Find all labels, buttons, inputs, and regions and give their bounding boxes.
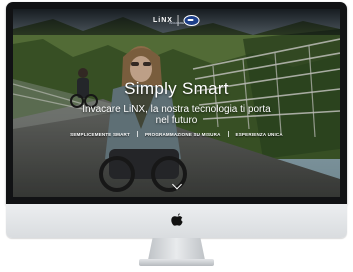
- nav-divider: [227, 131, 229, 137]
- nav-item-semplicemente-smart[interactable]: SEMPLICEMENTE SMART: [70, 132, 130, 137]
- hero-title: Simply Smart: [124, 79, 229, 98]
- monitor-stand: [148, 238, 205, 260]
- nav-item-esperienza-unica[interactable]: ESPERIENZA UNICA: [236, 132, 283, 137]
- site-header: LiNX INVACARE: [13, 9, 340, 35]
- section-nav: SEMPLICEMENTE SMART PROGRAMMAZIONE SU MI…: [13, 131, 340, 137]
- nav-divider: [136, 131, 138, 137]
- invacare-badge-label: INVACARE: [169, 21, 185, 25]
- header-logo[interactable]: LiNX INVACARE: [153, 15, 200, 26]
- nav-item-programmazione[interactable]: PROGRAMMAZIONE SU MISURA: [145, 132, 221, 137]
- hero-section: Simply Smart Invacare LiNX, la nostra te…: [13, 79, 340, 126]
- apple-logo: [170, 213, 183, 226]
- monitor-chin: [6, 204, 347, 238]
- hero-subtitle: Invacare LiNX, la nostra tecnologia ti p…: [82, 104, 271, 126]
- invacare-badge-icon: [183, 15, 200, 26]
- imac-monitor: LiNX INVACARE Simply Smart Invacare LiNX…: [6, 2, 347, 238]
- monitor-stand-base: [139, 259, 214, 266]
- screen: LiNX INVACARE Simply Smart Invacare LiNX…: [13, 9, 340, 197]
- monitor-bezel: LiNX INVACARE Simply Smart Invacare LiNX…: [6, 2, 347, 204]
